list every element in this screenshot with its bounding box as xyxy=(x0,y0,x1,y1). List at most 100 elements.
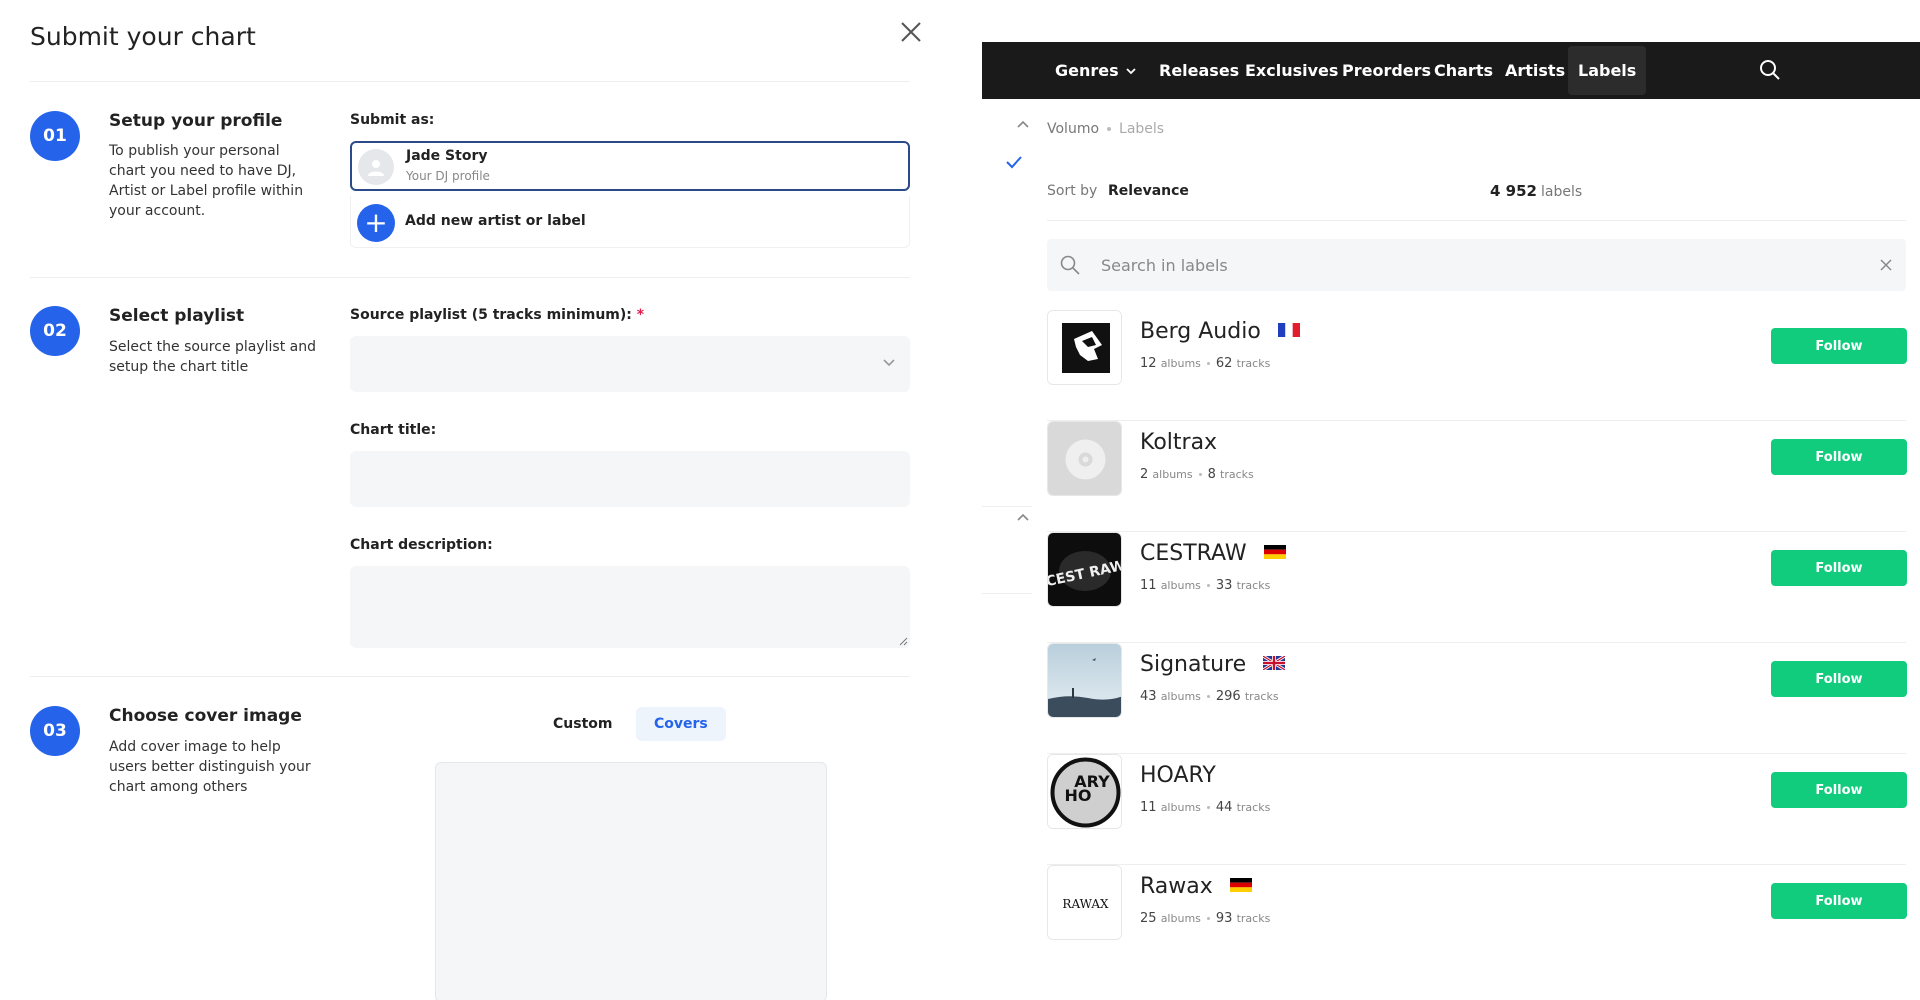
label-name[interactable]: Signature xyxy=(1140,652,1286,677)
label-name[interactable]: Koltrax xyxy=(1140,430,1217,455)
albums-unit: albums xyxy=(1160,912,1201,925)
tracks-count: 296 xyxy=(1215,689,1241,704)
nav-genres-label: Genres xyxy=(1055,61,1119,80)
follow-button[interactable]: Follow xyxy=(1771,328,1907,364)
tab-covers[interactable]: Covers xyxy=(636,707,726,741)
albums-count: 11 xyxy=(1140,800,1157,815)
close-button[interactable] xyxy=(897,18,925,46)
label-logo[interactable]: CEST RAW xyxy=(1047,532,1122,607)
follow-button[interactable]: Follow xyxy=(1771,772,1907,808)
check-icon[interactable] xyxy=(1004,152,1024,172)
top-strip xyxy=(982,0,1920,42)
albums-count: 43 xyxy=(1140,689,1157,704)
cover-image-area[interactable] xyxy=(435,762,827,1000)
sort-dropdown[interactable]: Relevance xyxy=(1108,183,1189,199)
labels-search-box xyxy=(1047,239,1906,291)
chevron-up-icon[interactable] xyxy=(1015,510,1031,526)
step-title-2: Select playlist xyxy=(109,306,245,326)
tracks-count: 62 xyxy=(1215,356,1233,371)
follow-button[interactable]: Follow xyxy=(1771,439,1907,475)
separator-dot xyxy=(1198,473,1202,476)
separator-dot xyxy=(1206,695,1210,698)
submit-as-label: Submit as: xyxy=(350,112,435,128)
hoary-logo-bottom: HO xyxy=(1065,786,1092,805)
label-name[interactable]: Rawax xyxy=(1140,874,1252,899)
follow-button[interactable]: Follow xyxy=(1771,550,1907,586)
divider xyxy=(30,81,910,82)
divider xyxy=(982,593,1032,594)
follow-button[interactable]: Follow xyxy=(1771,883,1907,919)
tab-custom[interactable]: Custom xyxy=(535,707,630,741)
step-number-1: 01 xyxy=(30,111,80,161)
label-logo[interactable]: RAWAX xyxy=(1047,865,1122,940)
labels-search-input[interactable] xyxy=(1101,239,1861,291)
rawax-logo-icon: RAWAX xyxy=(1048,866,1121,939)
source-playlist-label: Source playlist (5 tracks minimum): * xyxy=(350,307,644,323)
label-row-berg-audio: Berg Audio 12 albums 62 tracks Follow xyxy=(1047,310,1907,421)
uk-flag-icon xyxy=(1263,656,1286,670)
search-icon xyxy=(1060,255,1080,275)
chart-description-textarea[interactable] xyxy=(350,566,910,648)
main-navbar: Genres Releases Exclusives Preorders Cha… xyxy=(982,42,1920,99)
signature-logo-icon xyxy=(1048,644,1121,717)
nav-charts[interactable]: Charts xyxy=(1424,42,1503,99)
label-row-koltrax: Koltrax 2 albums 8 tracks Follow xyxy=(1047,421,1907,532)
tracks-unit: tracks xyxy=(1236,801,1271,814)
chevron-up-icon[interactable] xyxy=(1015,117,1031,133)
label-row-cestraw: CEST RAW CESTRAW 11 albums 33 tracks Foll… xyxy=(1047,532,1907,643)
divider xyxy=(1047,220,1906,221)
labels-page: Genres Releases Exclusives Preorders Cha… xyxy=(982,0,1920,1000)
step-title-1: Setup your profile xyxy=(109,111,283,131)
label-stats: 11 albums 33 tracks xyxy=(1140,578,1270,593)
nav-genres[interactable]: Genres xyxy=(1045,42,1147,99)
label-row-rawax: RAWAX Rawax 25 albums 93 tracks Follow xyxy=(1047,865,1907,976)
germany-flag-icon xyxy=(1229,878,1252,892)
nav-labels[interactable]: Labels xyxy=(1568,46,1647,95)
tracks-count: 93 xyxy=(1215,911,1233,926)
label-name[interactable]: Berg Audio xyxy=(1140,319,1300,344)
label-name[interactable]: HOARY xyxy=(1140,763,1216,788)
label-name[interactable]: CESTRAW xyxy=(1140,541,1286,566)
albums-unit: albums xyxy=(1152,468,1193,481)
nav-artists[interactable]: Artists xyxy=(1495,42,1575,99)
vinyl-placeholder-icon xyxy=(1048,422,1121,495)
albums-count: 2 xyxy=(1140,467,1149,482)
divider xyxy=(30,277,910,278)
label-stats: 43 albums 296 tracks xyxy=(1140,689,1279,704)
label-logo[interactable] xyxy=(1047,421,1122,496)
search-icon[interactable] xyxy=(1756,56,1784,84)
required-mark: * xyxy=(636,307,645,323)
separator-dot xyxy=(1206,362,1210,365)
breadcrumb-home[interactable]: Volumo xyxy=(1047,121,1099,137)
separator-dot xyxy=(1206,917,1210,920)
label-name-text: CESTRAW xyxy=(1140,541,1247,566)
france-flag-icon xyxy=(1277,323,1300,337)
resize-handle-icon[interactable] xyxy=(898,636,908,646)
label-logo[interactable]: ARY HO xyxy=(1047,754,1122,829)
label-row-signature: Signature 43 albums 296 tracks Follow xyxy=(1047,643,1907,754)
tracks-unit: tracks xyxy=(1236,579,1271,592)
labels-count-value: 4 952 xyxy=(1490,182,1537,200)
breadcrumb-separator xyxy=(1107,127,1112,131)
profile-subtitle: Your DJ profile xyxy=(406,169,490,183)
labels-count: 4 952 labels xyxy=(1490,182,1582,200)
label-logo[interactable] xyxy=(1047,643,1122,718)
step-description-1: To publish your personal chart you need … xyxy=(109,143,304,219)
labels-count-unit: labels xyxy=(1540,184,1583,200)
label-stats: 2 albums 8 tracks xyxy=(1140,467,1254,482)
profile-option-selected[interactable]: Jade Story Your DJ profile xyxy=(350,141,910,191)
step-number-3: 03 xyxy=(30,706,80,756)
source-playlist-select[interactable] xyxy=(350,336,910,392)
add-new-artist-or-label-button[interactable]: + Add new artist or label xyxy=(350,196,910,248)
rawax-logo-text: RAWAX xyxy=(1062,897,1109,911)
close-icon[interactable] xyxy=(1878,257,1894,273)
berg-audio-logo-icon xyxy=(1048,311,1121,384)
cestraw-logo-icon: CEST RAW xyxy=(1048,533,1121,606)
chart-title-label: Chart title: xyxy=(350,422,437,438)
source-playlist-label-text: Source playlist (5 tracks minimum): xyxy=(350,307,632,323)
label-logo[interactable] xyxy=(1047,310,1122,385)
albums-unit: albums xyxy=(1160,690,1201,703)
step-number-2: 02 xyxy=(30,306,80,356)
follow-button[interactable]: Follow xyxy=(1771,661,1907,697)
chart-title-input[interactable] xyxy=(350,451,910,507)
